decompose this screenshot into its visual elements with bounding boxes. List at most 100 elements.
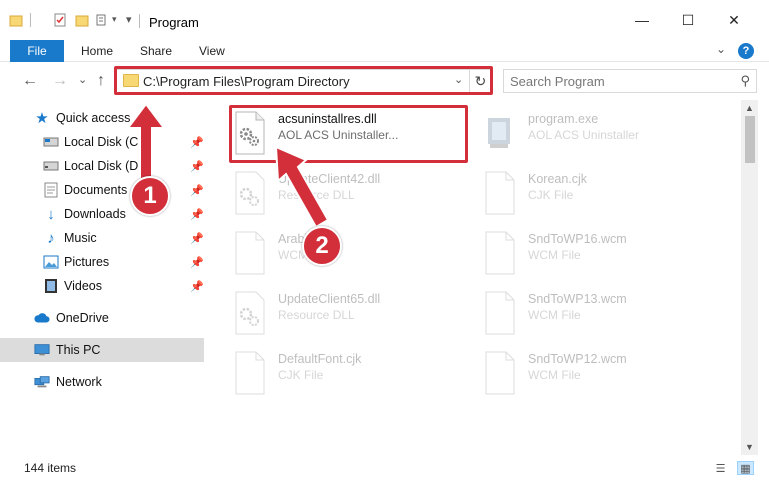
file-type: WCM File: [528, 248, 581, 262]
sidebar-item-label: This PC: [56, 343, 101, 357]
documents-icon: [43, 182, 59, 198]
file-name: SndToWP12.wcm: [528, 352, 627, 366]
sidebar-item-this-pc[interactable]: This PC: [0, 338, 204, 362]
file-tile-updateclient65[interactable]: UpdateClient65.dll Resource DLL: [232, 286, 477, 342]
forward-button[interactable]: →: [52, 72, 68, 90]
file-type: CJK File: [528, 188, 574, 202]
pin-icon[interactable]: 📌: [190, 208, 204, 221]
file-tile-sndtowp12[interactable]: SndToWP12.wcm WCM File: [482, 346, 727, 402]
file-name: SndToWP13.wcm: [528, 292, 627, 306]
blank-file-icon: [482, 350, 518, 396]
expand-ribbon-icon[interactable]: ⌄: [716, 42, 726, 56]
file-tile-korean-cjk[interactable]: Korean.cjk CJK File: [482, 166, 727, 222]
sidebar-item-documents[interactable]: Documents 📌: [0, 178, 204, 202]
videos-icon: [43, 278, 59, 294]
sidebar-item-downloads[interactable]: ↓ Downloads 📌: [0, 202, 204, 226]
step-1-badge: 1: [130, 176, 170, 216]
tab-file[interactable]: File: [10, 40, 64, 62]
sidebar-item-label: Music: [64, 231, 97, 245]
scroll-thumb[interactable]: [745, 116, 755, 163]
file-tile-sndtowp16[interactable]: SndToWP16.wcm WCM File: [482, 226, 727, 282]
folder-icon: [8, 12, 24, 28]
pin-icon[interactable]: 📌: [190, 160, 204, 173]
search-box[interactable]: ⚲: [503, 69, 757, 93]
file-tile-program-exe[interactable]: program.exe AOL ACS Uninstaller: [482, 106, 727, 162]
pin-icon[interactable]: 📌: [190, 232, 204, 245]
tiles-view-icon[interactable]: ▦: [737, 461, 754, 475]
file-name: UpdateClient42.dll: [278, 172, 381, 186]
file-type: Resource DLL: [278, 188, 355, 202]
pin-icon[interactable]: 📌: [190, 136, 204, 149]
sidebar-item-label: Local Disk (C:): [64, 135, 146, 149]
sidebar-item-onedrive[interactable]: OneDrive: [0, 306, 204, 330]
sidebar-item-label: Network: [56, 375, 102, 389]
step-2-badge: 2: [302, 226, 342, 266]
file-type: WCM File: [528, 308, 581, 322]
tab-home[interactable]: Home: [81, 44, 113, 58]
file-name: UpdateClient65.dll: [278, 292, 381, 306]
chevron-down-icon[interactable]: ▾: [126, 13, 132, 26]
dll-file-icon: [232, 170, 268, 216]
sidebar-item-label: Pictures: [64, 255, 110, 269]
details-view-icon[interactable]: ☰: [712, 461, 729, 475]
pin-icon[interactable]: 📌: [190, 280, 204, 293]
window-title: Program: [149, 15, 199, 30]
file-type: Resource DLL: [278, 308, 355, 322]
blank-file-icon: [482, 290, 518, 336]
ribbon-tabs: File Home Share View ⌄ ?: [0, 40, 769, 62]
recent-locations-button[interactable]: ⌄: [78, 73, 87, 86]
sidebar-item-quick-access[interactable]: ★ Quick access: [0, 106, 204, 130]
file-tile-updateclient42[interactable]: UpdateClient42.dll Resource DLL: [232, 166, 477, 222]
properties-icon[interactable]: [52, 12, 68, 28]
file-type: AOL ACS Uninstaller: [528, 128, 639, 142]
maximize-button[interactable]: ☐: [665, 0, 711, 40]
sidebar-item-videos[interactable]: Videos 📌: [0, 274, 204, 298]
file-name: Korean.cjk: [528, 172, 588, 186]
cloud-icon: [34, 310, 50, 326]
search-input[interactable]: [510, 73, 710, 89]
tab-share[interactable]: Share: [140, 44, 172, 58]
quick-access-customize-icon[interactable]: ▾: [112, 14, 117, 25]
downloads-icon: ↓: [47, 205, 55, 223]
minimize-button[interactable]: —: [619, 0, 665, 40]
blank-file-icon: [482, 170, 518, 216]
file-highlight-box: [229, 105, 468, 163]
computer-icon: [34, 342, 50, 358]
pin-icon[interactable]: 📌: [190, 184, 204, 197]
sidebar-item-music[interactable]: ♪ Music 📌: [0, 226, 204, 250]
file-tile-arabic-cjk[interactable]: Arabic.cjk WCM File: [232, 226, 477, 282]
sidebar-item-local-disk-c[interactable]: Local Disk (C:) 📌: [0, 130, 204, 154]
navigation-pane: ★ Quick access Local Disk (C:) 📌 Local D…: [0, 100, 204, 455]
help-icon[interactable]: ?: [738, 43, 754, 59]
pictures-icon: [43, 254, 59, 270]
close-button[interactable]: ✕: [711, 0, 757, 40]
scroll-up-icon[interactable]: ▲: [741, 100, 758, 116]
up-button[interactable]: ↑: [97, 72, 105, 90]
item-count: 144 items: [24, 461, 77, 475]
title-bar: ▾ ▾ Program — ☐ ✕: [0, 0, 769, 40]
tab-view[interactable]: View: [199, 44, 225, 58]
sidebar-item-network[interactable]: Network: [0, 370, 204, 394]
drive-icon: [43, 158, 59, 174]
sidebar-item-label: Quick access: [56, 111, 131, 125]
drive-icon: [43, 134, 59, 150]
rename-icon[interactable]: [96, 12, 112, 28]
blank-file-icon: [232, 350, 268, 396]
pin-icon[interactable]: 📌: [190, 256, 204, 269]
sidebar-item-label: OneDrive: [56, 311, 109, 325]
sidebar-item-label: Local Disk (D:): [64, 159, 146, 173]
new-folder-icon[interactable]: [74, 12, 90, 28]
back-button[interactable]: ←: [22, 72, 38, 90]
file-name: DefaultFont.cjk: [278, 352, 362, 366]
search-icon[interactable]: ⚲: [740, 73, 750, 89]
file-tile-sndtowp13[interactable]: SndToWP13.wcm WCM File: [482, 286, 727, 342]
sidebar-item-pictures[interactable]: Pictures 📌: [0, 250, 204, 274]
file-tile-defaultfont[interactable]: DefaultFont.cjk CJK File: [232, 346, 477, 402]
sidebar-item-local-disk-d[interactable]: Local Disk (D:) 📌: [0, 154, 204, 178]
blank-file-icon: [482, 230, 518, 276]
scroll-down-icon[interactable]: ▼: [741, 439, 758, 455]
star-icon: ★: [35, 110, 49, 127]
music-icon: ♪: [47, 229, 55, 247]
vertical-scrollbar[interactable]: ▲ ▼: [741, 100, 758, 455]
dll-file-icon: [232, 290, 268, 336]
